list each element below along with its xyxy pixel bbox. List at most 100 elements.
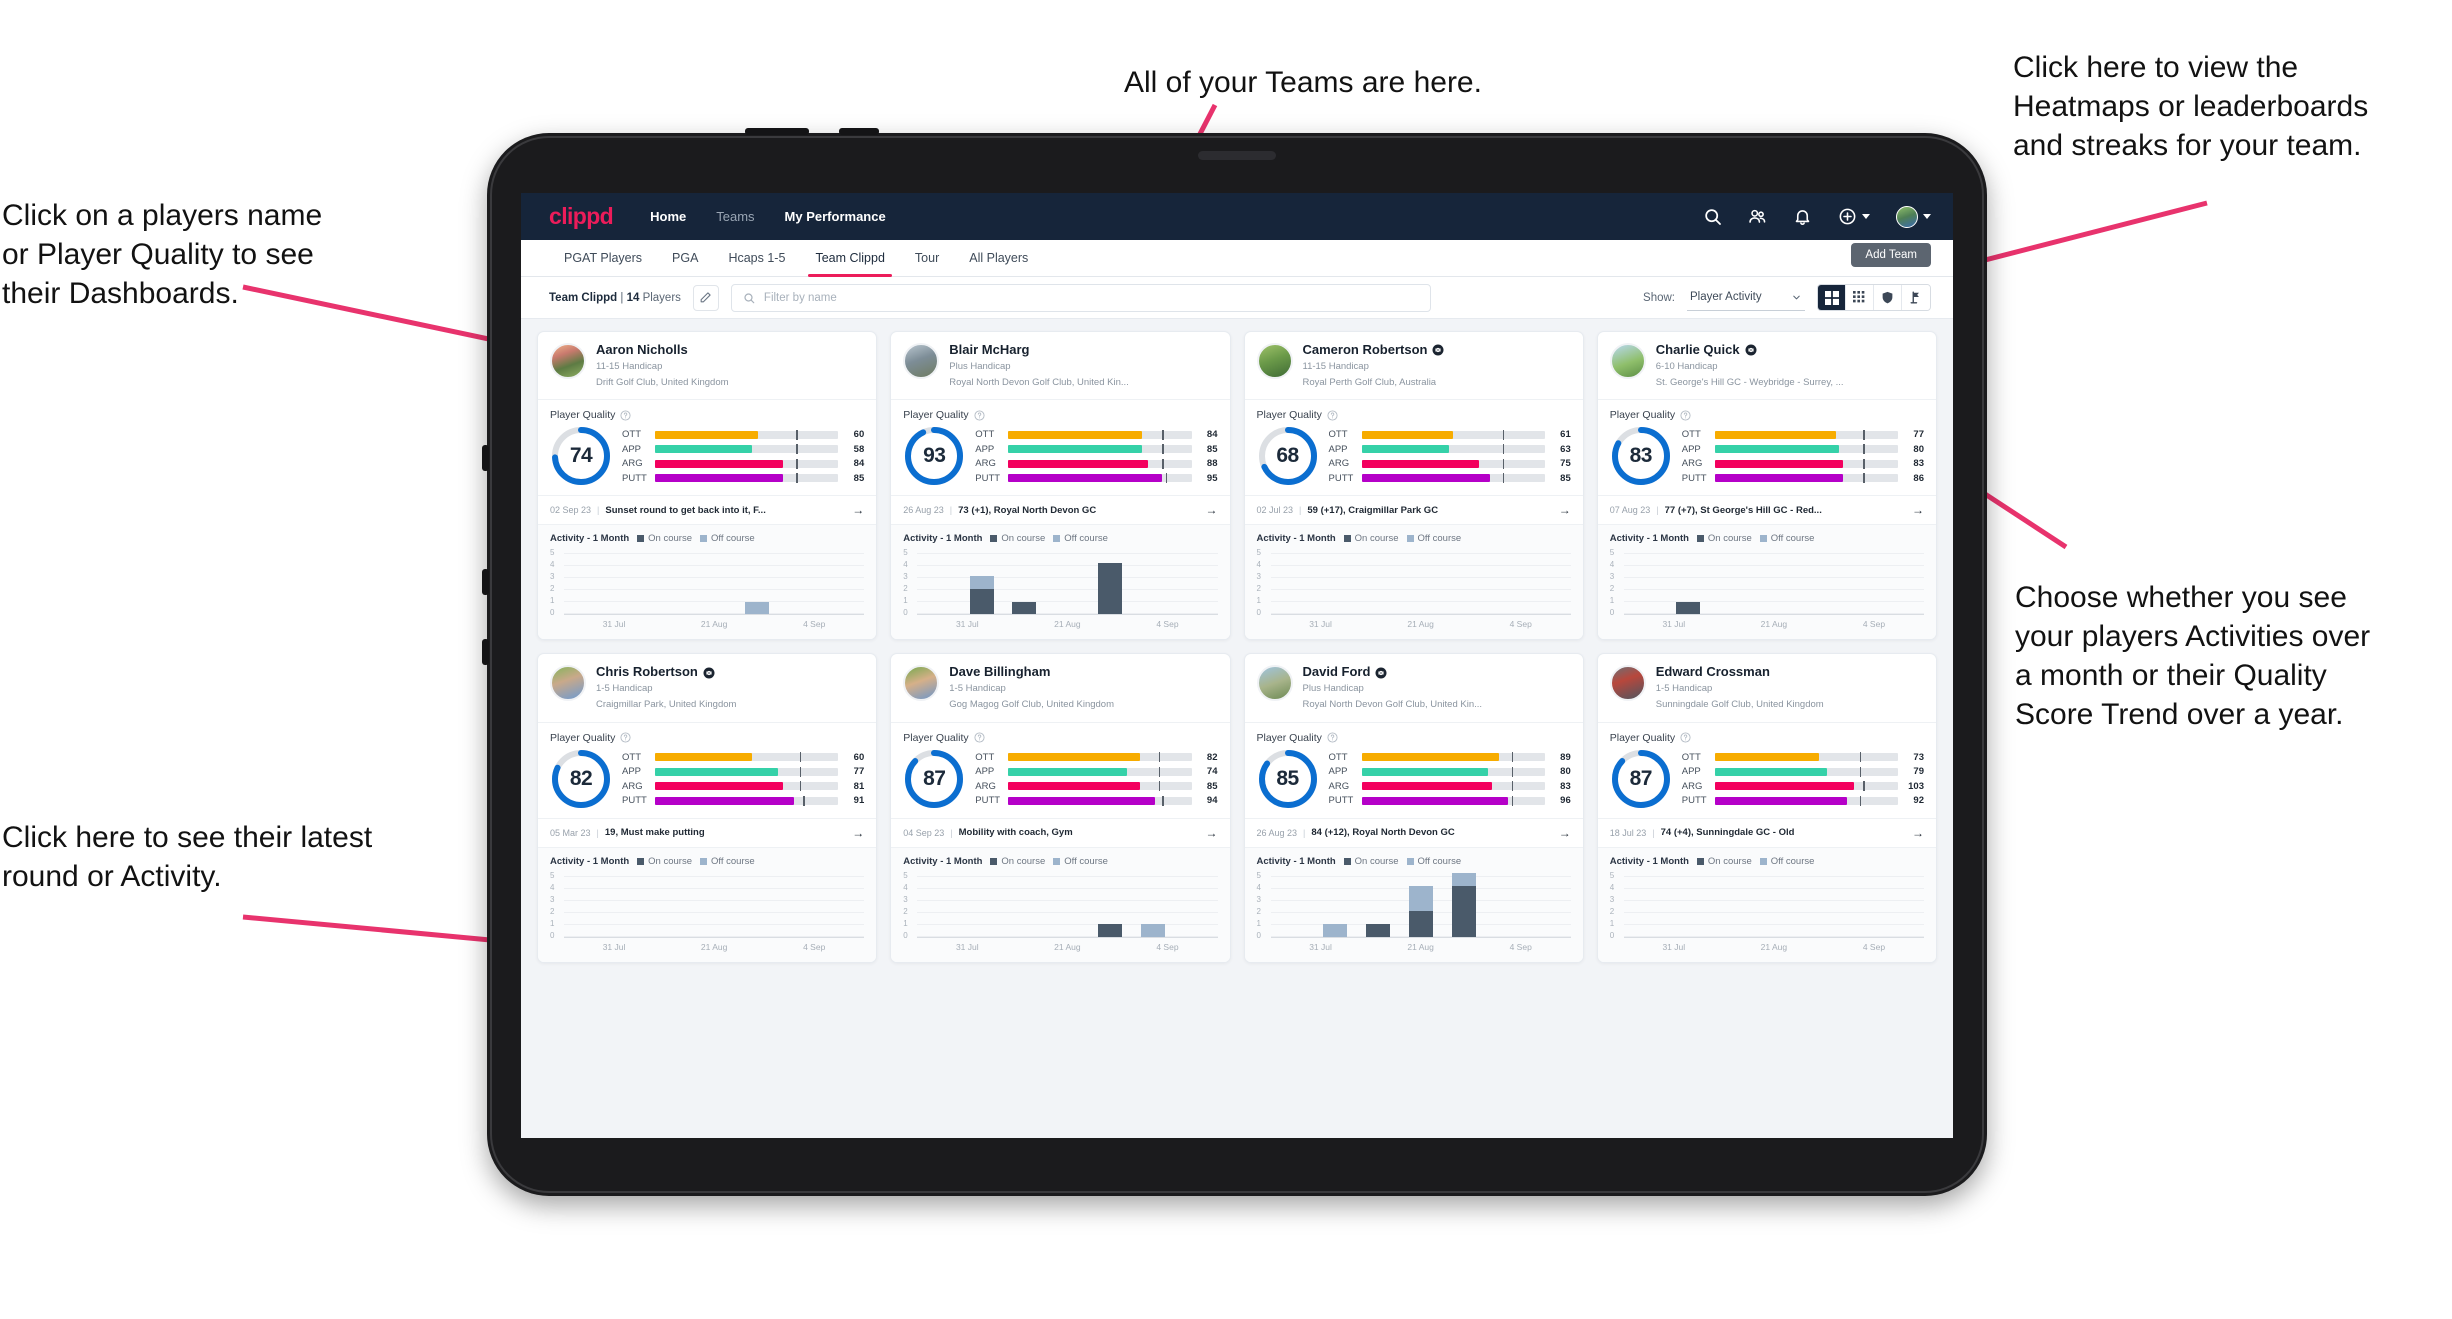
player-card[interactable]: Chris Robertson 1-5 Handicap Craigmillar…: [537, 653, 878, 963]
player-card-header[interactable]: Cameron Robertson 11-15 Handicap Royal P…: [1245, 332, 1583, 399]
player-quality-body[interactable]: 93 OTT 84 APP 85 ARG 88 PUTT 95: [891, 423, 1229, 495]
help-icon[interactable]: [620, 410, 631, 421]
latest-activity-row[interactable]: 18 Jul 23 | 74 (+4), Sunningdale GC - Ol…: [1597, 817, 1936, 848]
player-card[interactable]: Dave Billingham 1-5 Handicap Gog Magog G…: [890, 653, 1231, 963]
bell-icon[interactable]: [1793, 207, 1812, 226]
player-name[interactable]: David Ford: [1303, 665, 1483, 680]
player-quality-body[interactable]: 87 OTT 82 APP 74 ARG 85 PUTT 94: [891, 746, 1229, 818]
nav-item-teams[interactable]: Teams: [716, 209, 754, 224]
nav-item-home[interactable]: Home: [650, 209, 686, 224]
player-card-header[interactable]: Blair McHarg Plus Handicap Royal North D…: [891, 332, 1229, 399]
tab-hcaps-1-5[interactable]: Hcaps 1-5: [713, 240, 800, 277]
y-tick-label: 2: [1609, 584, 1615, 594]
player-name[interactable]: Aaron Nicholls: [596, 342, 729, 358]
help-icon[interactable]: [1327, 732, 1338, 743]
tab-pgat-players[interactable]: PGAT Players: [549, 240, 657, 277]
grid-large-view-button[interactable]: [1818, 285, 1846, 310]
player-name[interactable]: Cameron Robertson: [1303, 342, 1445, 358]
help-icon[interactable]: [974, 732, 985, 743]
metric-label: APP: [975, 766, 995, 778]
y-tick-label: 4: [903, 882, 908, 892]
legend-on-course: On course: [1343, 856, 1399, 867]
player-card[interactable]: Charlie Quick 6-10 Handicap St. George's…: [1596, 331, 1937, 641]
latest-activity-row[interactable]: 04 Sep 23 | Mobility with coach, Gym →: [891, 817, 1230, 848]
chart-bars: [564, 872, 864, 937]
help-icon[interactable]: [620, 732, 631, 743]
metric-label: OTT: [1681, 429, 1701, 441]
help-icon[interactable]: [1680, 410, 1691, 421]
player-name[interactable]: Charlie Quick: [1656, 342, 1844, 358]
player-card[interactable]: Cameron Robertson 11-15 Handicap Royal P…: [1243, 331, 1584, 641]
tab-pga[interactable]: PGA: [657, 240, 713, 277]
arrow-right-icon[interactable]: →: [852, 503, 864, 517]
metric-row: OTT 61: [1329, 429, 1571, 440]
player-club: Royal North Devon Golf Club, United Kin.…: [1302, 699, 1483, 711]
volume-up-button[interactable]: [745, 128, 809, 135]
player-card[interactable]: Blair McHarg Plus Handicap Royal North D…: [890, 331, 1231, 641]
chart-bar-stack: [1012, 601, 1037, 615]
player-card[interactable]: Aaron Nicholls 11-15 Handicap Drift Golf…: [537, 331, 878, 641]
player-card-header[interactable]: Charlie Quick 6-10 Handicap St. George's…: [1598, 332, 1936, 399]
add-team-button[interactable]: Add Team: [1851, 243, 1931, 267]
player-name[interactable]: Edward Crossman: [1656, 665, 1824, 680]
help-icon[interactable]: [1680, 732, 1691, 743]
nav-item-my-performance[interactable]: My Performance: [785, 209, 886, 224]
player-quality-body[interactable]: 83 OTT 77 APP 80 ARG 83 PUTT 86: [1598, 423, 1936, 495]
player-quality-body[interactable]: 74 OTT 60 APP 58 ARG 84 PUTT 85: [538, 423, 876, 495]
arrow-right-icon[interactable]: →: [1559, 503, 1571, 517]
arrow-right-icon[interactable]: →: [1206, 503, 1218, 517]
player-quality-body[interactable]: 87 OTT 73 APP 79 ARG 103 PUTT 92: [1598, 746, 1936, 818]
tab-all-players[interactable]: All Players: [954, 240, 1043, 277]
metric-bar: [1361, 795, 1545, 806]
latest-activity-row[interactable]: 07 Aug 23 | 77 (+7), St George's Hill GC…: [1597, 495, 1936, 526]
metric-bar-tick: [1162, 458, 1164, 469]
clippd-logo[interactable]: clippd: [549, 203, 614, 230]
metric-bar-fill: [1714, 459, 1844, 468]
player-card-header[interactable]: David Ford Plus Handicap Royal North Dev…: [1245, 654, 1583, 721]
player-quality-body[interactable]: 85 OTT 89 APP 80 ARG 83 PUTT 96: [1245, 746, 1583, 818]
player-name[interactable]: Chris Robertson: [596, 665, 736, 680]
latest-activity-row[interactable]: 26 Aug 23 | 73 (+1), Royal North Devon G…: [891, 495, 1230, 526]
tab-tour[interactable]: Tour: [900, 240, 954, 277]
player-card-header[interactable]: Chris Robertson 1-5 Handicap Craigmillar…: [538, 654, 876, 721]
player-card-header[interactable]: Dave Billingham 1-5 Handicap Gog Magog G…: [891, 654, 1229, 721]
search-icon[interactable]: [1703, 207, 1722, 226]
volume-down-button[interactable]: [839, 128, 879, 135]
player-name[interactable]: Dave Billingham: [949, 665, 1114, 680]
latest-activity-row[interactable]: 05 Mar 23 | 19, Must make putting →: [538, 817, 877, 848]
player-card[interactable]: David Ford Plus Handicap Royal North Dev…: [1243, 653, 1584, 963]
player-card-header[interactable]: Aaron Nicholls 11-15 Handicap Drift Golf…: [538, 332, 876, 399]
player-name[interactable]: Blair McHarg: [949, 342, 1129, 358]
legend-swatch-on: [1696, 857, 1704, 865]
edit-team-button[interactable]: [692, 284, 719, 311]
latest-activity-row[interactable]: 02 Sep 23 | Sunset round to get back int…: [538, 495, 877, 526]
search-input[interactable]: Filter by name: [730, 283, 1431, 312]
metric-row: OTT 84: [975, 429, 1217, 440]
user-avatar-menu[interactable]: [1896, 205, 1931, 228]
metric-bar: [1361, 752, 1545, 763]
player-card[interactable]: Edward Crossman 1-5 Handicap Sunningdale…: [1596, 653, 1937, 963]
help-icon[interactable]: [1327, 410, 1338, 421]
player-card-header[interactable]: Edward Crossman 1-5 Handicap Sunningdale…: [1598, 654, 1936, 721]
chart-bar-on-course: [1676, 601, 1701, 615]
arrow-right-icon[interactable]: →: [1559, 826, 1571, 840]
metric-bar-tick: [1158, 781, 1161, 792]
show-select[interactable]: Player Activity: [1687, 285, 1805, 311]
heatmap-view-button[interactable]: [1874, 285, 1902, 310]
player-quality-body[interactable]: 82 OTT 60 APP 77 ARG 81 PUTT 91: [538, 746, 876, 818]
tab-team-clippd[interactable]: Team Clippd: [800, 240, 899, 277]
leaderboard-view-button[interactable]: [1902, 285, 1930, 310]
x-tick-label: 21 Aug: [1407, 619, 1434, 630]
arrow-right-icon[interactable]: →: [1206, 826, 1218, 840]
help-icon[interactable]: [974, 410, 985, 421]
chart-slot: [1528, 872, 1571, 937]
plus-circle-icon[interactable]: [1838, 207, 1870, 226]
player-quality-body[interactable]: 68 OTT 61 APP 63 ARG 75 PUTT 85: [1245, 423, 1583, 495]
latest-activity-row[interactable]: 02 Jul 23 | 59 (+17), Craigmillar Park G…: [1244, 495, 1583, 526]
latest-activity-row[interactable]: 26 Aug 23 | 84 (+12), Royal North Devon …: [1244, 817, 1583, 848]
arrow-right-icon[interactable]: →: [852, 826, 864, 840]
arrow-right-icon[interactable]: →: [1912, 503, 1924, 517]
arrow-right-icon[interactable]: →: [1912, 826, 1924, 840]
grid-small-view-button[interactable]: [1846, 285, 1874, 310]
people-icon[interactable]: [1748, 207, 1767, 226]
